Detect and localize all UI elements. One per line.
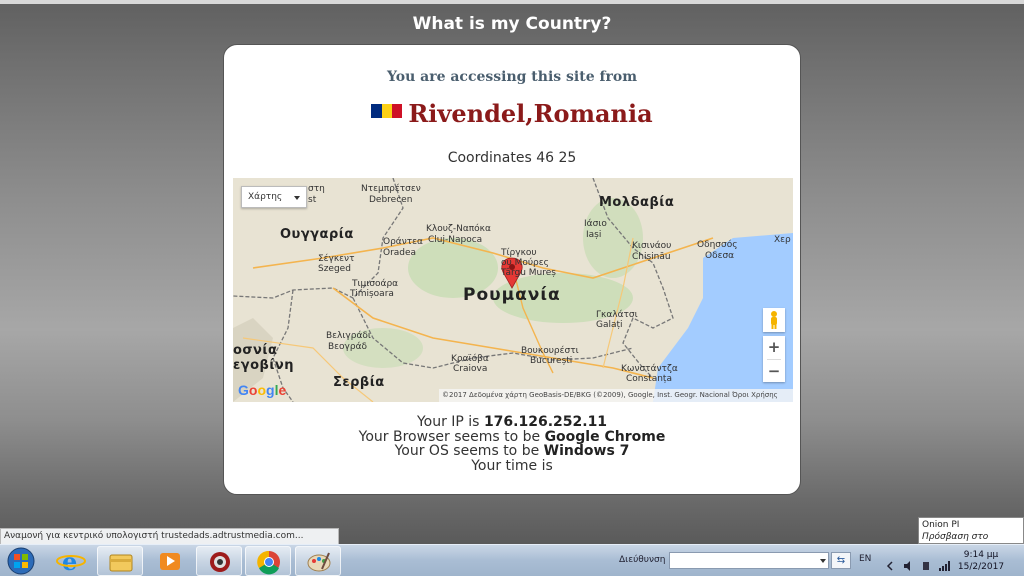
map-label-oradea-gr: Οράντεα	[383, 237, 423, 247]
coordinates-text: Coordinates 46 25	[447, 150, 577, 166]
clock-date: 15/2/2017	[957, 562, 1005, 572]
map-label-cluj: Cluj-Napoca	[428, 235, 483, 245]
windows-taskbar: e Διεύθυνση ⇆ EN 9:14 μμ 15/2/2017	[0, 544, 1024, 576]
map-label-chisinau-gr: Κισινάου	[632, 241, 672, 251]
power-icon[interactable]	[921, 556, 931, 570]
map-label-timisoara-gr: Τιμισοάρα	[352, 279, 399, 289]
map-label-debrecen: Debrecen	[369, 195, 413, 205]
tooltip-network-name: Onion PI	[922, 520, 960, 530]
map-label-odessa-gr: Οδησσός	[697, 240, 738, 250]
map-label-szeged: Szeged	[318, 264, 351, 274]
romania-flag-icon	[371, 103, 403, 118]
location-text: Rivendel,Romania	[408, 99, 653, 128]
map-label-chisinau: Chișinău	[632, 252, 671, 262]
svg-text:e: e	[62, 547, 77, 576]
street-view-pegman-icon[interactable]	[763, 308, 785, 332]
map-label-constanta-gr: Κωνστάντζα	[621, 364, 678, 374]
time-line: Your time is	[224, 457, 800, 474]
clock-time: 9:14 μμ	[963, 550, 999, 560]
location-card: You are accessing this site from Rivende…	[223, 44, 801, 495]
zoom-controls: + −	[763, 336, 785, 382]
browser-top-strip	[0, 0, 1024, 4]
map-label-top-left-a: στη	[308, 184, 325, 194]
map-label-serbia: Σερβία	[333, 375, 385, 390]
client-info: Your IP is 176.126.252.11 Your Browser s…	[224, 415, 800, 473]
map-label-timisoara: Timișoara	[350, 289, 394, 299]
google-logo[interactable]: Google	[238, 382, 286, 398]
map-label-szeged-gr: Σέγκεντ	[318, 254, 355, 264]
map-label-oradea: Oradea	[383, 248, 417, 258]
map-label-targu-gr-2: ου Μούρες	[501, 258, 549, 268]
site-title: What is my Country?	[412, 14, 612, 34]
os-line: Your OS seems to be Windows 7	[224, 444, 800, 459]
map-label-moldova: Μολδαβία	[599, 195, 675, 210]
map-label-bosnia-a: οσνία	[233, 343, 278, 358]
file-explorer-icon[interactable]	[97, 546, 143, 576]
map-label-constanta: Constanța	[626, 374, 672, 384]
map-type-select[interactable]: Χάρτης	[241, 186, 307, 208]
network-signal-icon[interactable]	[939, 556, 950, 571]
map-label-craiova: Craiova	[453, 364, 488, 374]
go-arrow-button[interactable]: ⇆	[831, 552, 851, 569]
map-label-targu-gr: Τίργκου	[501, 248, 537, 258]
start-button[interactable]	[2, 546, 40, 576]
location-row: Rivendel,Romania	[224, 99, 800, 128]
zoom-in-button[interactable]: +	[763, 336, 785, 359]
zoom-out-button[interactable]: −	[763, 360, 785, 383]
network-tooltip: Onion PI Πρόσβαση στο Internet	[918, 517, 1024, 554]
map-label-iasi-gr: Ιάσιο	[584, 219, 607, 229]
map-label-belgrade-gr: Βελιγράδι	[326, 331, 371, 341]
chrome-icon[interactable]	[245, 546, 291, 576]
chevron-down-icon[interactable]	[820, 559, 826, 563]
map-label-galati: Galați	[596, 320, 623, 330]
map-label-bosnia-b: εγοβίνη	[233, 358, 295, 373]
dropdown-arrow-icon	[294, 196, 300, 200]
map-label-odessa: Οδεσα	[705, 251, 735, 261]
map-label-bucharest-gr: Βουκουρέστι	[521, 346, 579, 356]
map-label-targu: Târgu Mureș	[501, 268, 556, 278]
browser-status-bar: Αναμονή για κεντρικό υπολογιστή trusteda…	[0, 528, 339, 544]
map-label-kherson: Χερ	[774, 235, 791, 245]
time-prefix: Your time is	[471, 457, 553, 474]
map-label-galati-gr: Γκαλάτσι	[596, 310, 638, 320]
volume-icon[interactable]	[903, 556, 913, 571]
language-indicator[interactable]: EN	[859, 554, 871, 564]
map-label-top-left-b: st	[308, 195, 317, 205]
access-line: You are accessing this site from	[386, 69, 638, 85]
ip-line: Your IP is 176.126.252.11	[224, 415, 800, 430]
paint-icon[interactable]	[295, 546, 341, 576]
map-attribution[interactable]: ©2017 Δεδομένα χάρτη GeoBasis-DE/BKG (©2…	[439, 389, 793, 402]
address-input[interactable]	[669, 552, 829, 569]
circular-app-icon[interactable]	[196, 546, 242, 576]
map-widget[interactable]: στη st Ντεμπρέτσεν Debrecen Ουγγαρία Κλο…	[233, 178, 793, 402]
map-label-debrecen-gr: Ντεμπρέτσεν	[361, 184, 421, 194]
map-label-iasi: Iași	[586, 230, 602, 240]
map-label-craiova-gr: Κραϊόβα	[451, 354, 489, 364]
map-label-cluj-gr: Κλουζ-Ναπόκα	[426, 224, 491, 234]
map-label-bucharest: București	[530, 356, 573, 366]
map-type-label: Χάρτης	[248, 192, 283, 202]
browser-line: Your Browser seems to be Google Chrome	[224, 429, 800, 445]
map-label-belgrade: Βεογράδ	[328, 342, 368, 352]
map-label-hungary: Ουγγαρία	[280, 227, 354, 242]
internet-explorer-icon[interactable]: e	[48, 546, 94, 576]
address-label: Διεύθυνση	[619, 555, 666, 565]
os-value: Windows 7	[543, 443, 630, 459]
tray-arrow-icon[interactable]	[885, 556, 895, 571]
map-label-romania: Ρουμανία	[463, 285, 561, 305]
system-clock[interactable]: 9:14 μμ 15/2/2017	[957, 549, 1005, 573]
media-player-icon[interactable]	[147, 546, 193, 576]
